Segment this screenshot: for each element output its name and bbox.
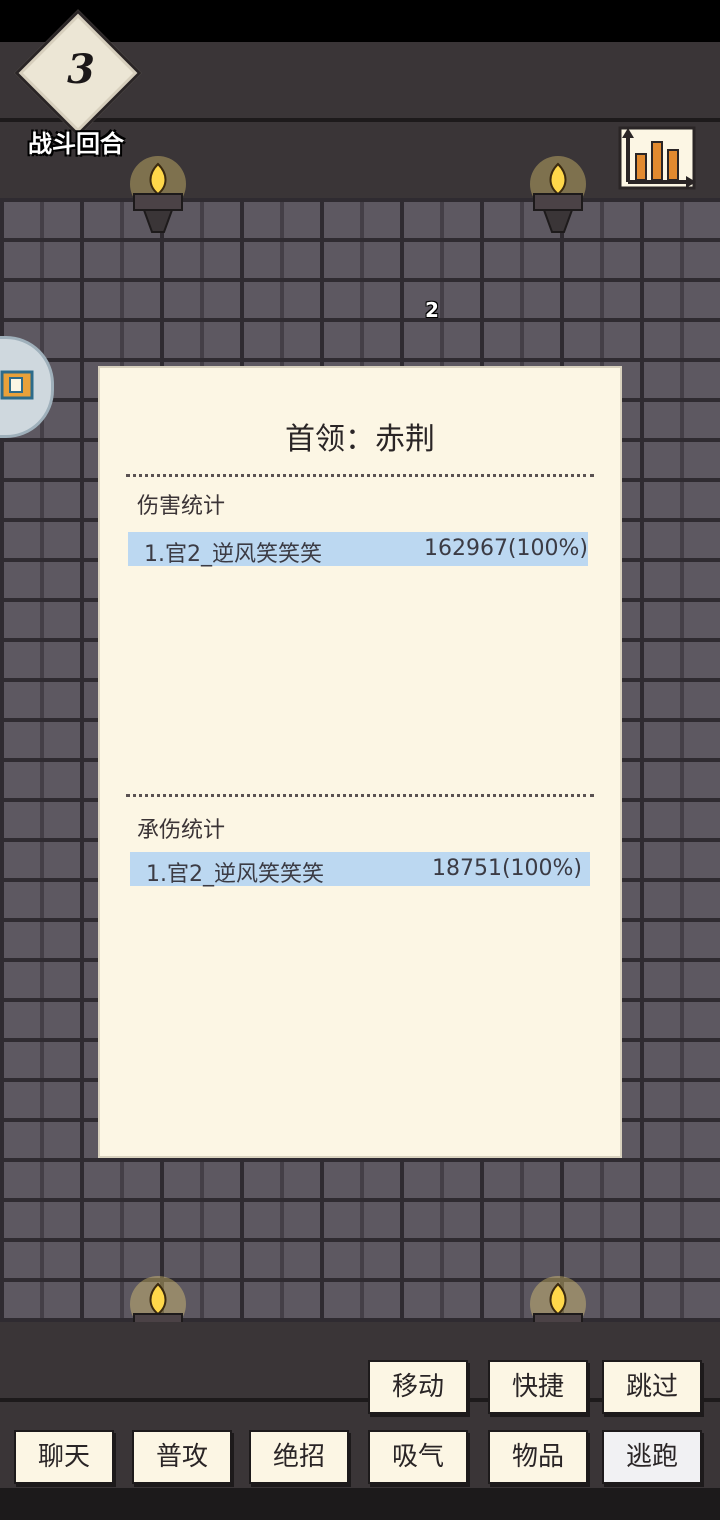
round-label: 战斗回合 xyxy=(28,130,124,158)
ultimate-button[interactable]: 绝招 xyxy=(249,1430,349,1484)
status-bar-background xyxy=(0,0,720,42)
normal-attack-button[interactable]: 普攻 xyxy=(132,1430,232,1484)
boss-title: 首领：赤荆 xyxy=(285,422,435,457)
items-button[interactable]: 物品 xyxy=(488,1430,588,1484)
damage-taken-value: 18751(100%) xyxy=(431,856,582,881)
turn-counter: 2 xyxy=(425,298,439,322)
side-panel-icon xyxy=(0,370,34,400)
action-bar-floor xyxy=(0,1488,720,1520)
divider xyxy=(126,474,594,477)
chat-button[interactable]: 聊天 xyxy=(14,1430,114,1484)
player-name: 1.官2_逆风笑笑笑 xyxy=(146,862,324,887)
action-bar xyxy=(0,1322,720,1520)
player-name: 1.官2_逆风笑笑笑 xyxy=(144,542,322,567)
damage-stats-label: 伤害统计 xyxy=(137,494,226,519)
battle-stats-panel xyxy=(98,366,622,1158)
round-number: 3 xyxy=(67,46,95,93)
breathe-button[interactable]: 吸气 xyxy=(368,1430,468,1484)
damage-stat-row: 1.官2_逆风笑笑笑 162967(100%) xyxy=(128,532,588,567)
torch-icon xyxy=(530,156,586,233)
torch-icon xyxy=(130,156,186,233)
damage-taken-label: 承伤统计 xyxy=(137,818,226,843)
skip-button[interactable]: 跳过 xyxy=(602,1360,702,1414)
shortcut-button[interactable]: 快捷 xyxy=(488,1360,588,1414)
escape-button[interactable]: 逃跑 xyxy=(602,1430,702,1484)
bar-chart-icon[interactable] xyxy=(612,120,702,196)
damage-value: 162967(100%) xyxy=(423,536,588,561)
move-button[interactable]: 移动 xyxy=(368,1360,468,1414)
damage-taken-row: 1.官2_逆风笑笑笑 18751(100%) xyxy=(130,852,590,887)
divider xyxy=(126,794,594,797)
